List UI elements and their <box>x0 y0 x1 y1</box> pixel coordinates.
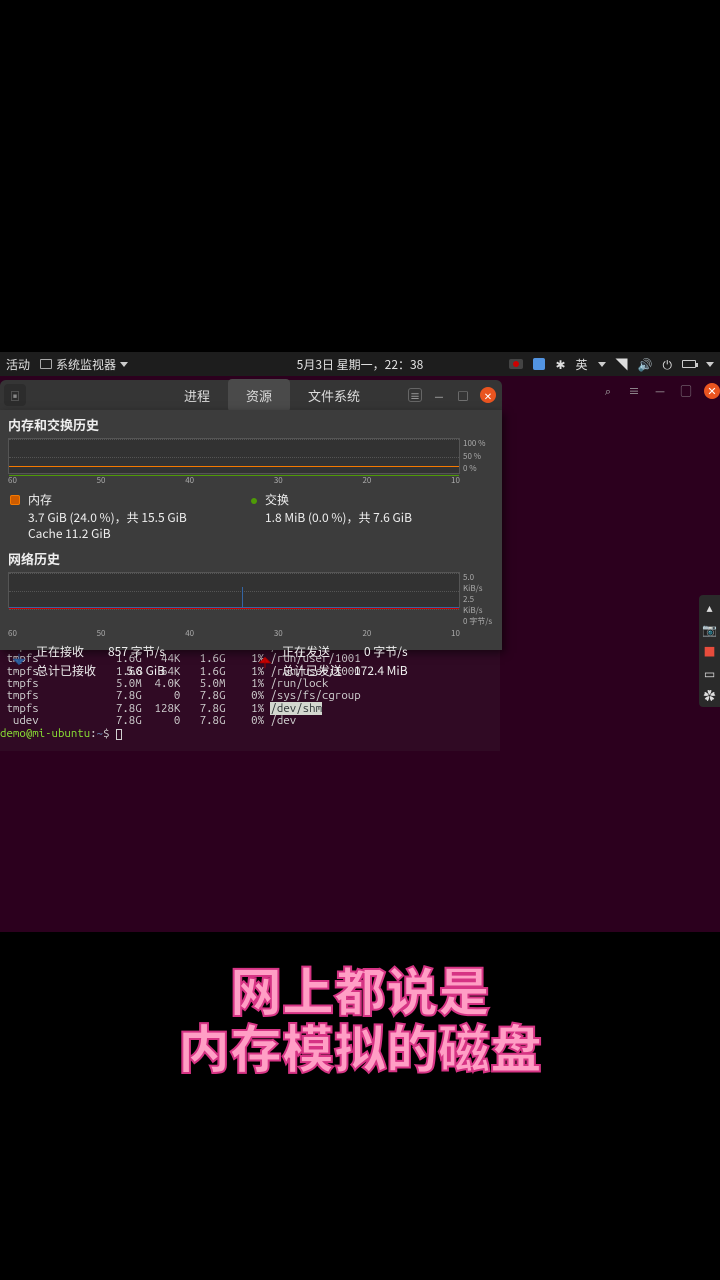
memory-value: 3.7 GiB (24.0 %)，共 15.5 GiB <box>28 510 187 526</box>
screen-record-indicator[interactable] <box>509 359 523 369</box>
recv-total-label: 总计已接收 <box>36 662 96 679</box>
tab-resources[interactable]: 资源 <box>228 379 290 412</box>
maximize-button[interactable]: ▢ <box>678 383 694 399</box>
close-button[interactable]: ✕ <box>480 387 496 403</box>
volume-icon[interactable]: 🔊 <box>638 356 653 373</box>
battery-icon[interactable] <box>682 360 696 368</box>
mem-chart-ylabels: 100 %50 %0 % <box>460 438 494 474</box>
gnome-topbar: 活动 系统监视器 5月3日 星期一，22：38 ✱ 英 ◥ 🔊 ⏻ <box>0 352 720 376</box>
terminal-icon: ▣ <box>4 384 26 406</box>
accessibility-icon[interactable]: ✱ <box>555 356 565 373</box>
send-label: 正在发送 <box>282 643 342 660</box>
sysmon-resources-panel: 内存和交换历史 100 %50 %0 % 605040302010 内存 3.7… <box>0 410 502 650</box>
send-total-label: 总计已发送 <box>282 662 342 679</box>
app-menu[interactable]: 系统监视器 <box>40 356 128 373</box>
swap-color-swatch <box>251 498 257 504</box>
swap-label: 交换 <box>265 492 412 508</box>
maximize-button[interactable]: ▢ <box>456 388 470 402</box>
recv-total: 5.8 GiB <box>108 662 165 679</box>
receiving-info: 正在接收 857 字节/s 总计已接收 5.8 GiB <box>10 643 246 679</box>
chevron-down-icon <box>706 362 714 367</box>
close-button[interactable]: ✕ <box>704 383 720 399</box>
tab-processes[interactable]: 进程 <box>166 379 228 412</box>
caption-line-2: 内存模拟的磁盘 <box>0 1017 720 1074</box>
network-history-chart <box>8 572 460 608</box>
wifi-icon[interactable]: ◥ <box>616 356 628 373</box>
terminal-search-button[interactable]: ⌕ <box>600 383 616 399</box>
minimize-button[interactable]: — <box>432 388 446 402</box>
minimize-button[interactable]: — <box>652 383 668 399</box>
clock[interactable]: 5月3日 星期一，22：38 <box>297 356 424 373</box>
memory-history-chart <box>8 438 460 474</box>
send-total: 172.4 MiB <box>354 662 408 679</box>
memory-info: 内存 3.7 GiB (24.0 %)，共 15.5 GiB Cache 11.… <box>10 492 251 542</box>
app-menu-label: 系统监视器 <box>56 356 116 373</box>
swap-value: 1.8 MiB (0.0 %)，共 7.6 GiB <box>265 510 412 526</box>
terminal-menu-button[interactable]: ≡ <box>626 383 642 399</box>
net-section-title: 网络历史 <box>0 544 502 572</box>
net-chart-ylabels: 5.0 KiB/s2.5 KiB/s0 字节/s <box>460 572 494 627</box>
monitor-icon <box>40 359 52 369</box>
swap-info: 交换 1.8 MiB (0.0 %)，共 7.6 GiB <box>251 492 492 542</box>
send-rate: 0 字节/s <box>354 643 408 660</box>
sending-info: 正在发送 0 字节/s 总计已发送 172.4 MiB <box>256 643 492 679</box>
power-icon[interactable]: ⏻ <box>663 356 673 373</box>
chevron-down-icon <box>598 362 606 367</box>
screencast-toolbar: ▴ 📷 ■ ▭ ✿ <box>699 595 720 707</box>
expand-arrow-icon[interactable]: ▴ <box>702 599 718 615</box>
download-arrow-icon <box>10 652 28 670</box>
settings-button[interactable]: ✿ <box>702 687 718 703</box>
mem-section-title: 内存和交换历史 <box>0 410 502 438</box>
screenshot-button[interactable]: 📷 <box>702 621 718 637</box>
recv-rate: 857 字节/s <box>108 643 165 660</box>
upload-arrow-icon <box>256 652 274 670</box>
tab-filesystems[interactable]: 文件系统 <box>290 379 378 412</box>
memory-cache: Cache 11.2 GiB <box>28 526 187 542</box>
sysmon-titlebar[interactable]: ▣ 进程 资源 文件系统 ≡ — ▢ ✕ <box>0 380 502 410</box>
recv-label: 正在接收 <box>36 643 96 660</box>
memory-color-swatch <box>10 495 20 505</box>
webcam-button[interactable]: ▭ <box>702 665 718 681</box>
chevron-down-icon <box>120 362 128 367</box>
ime-indicator[interactable]: 英 <box>576 356 588 373</box>
memory-label: 内存 <box>28 492 187 508</box>
sysmon-tabs: 进程 资源 文件系统 <box>166 379 378 412</box>
record-button[interactable]: ■ <box>702 643 718 659</box>
net-chart-xlabels: 605040302010 <box>0 627 502 639</box>
terminal-window-controls: ⌕ ≡ — ▢ ✕ <box>600 383 720 399</box>
hamburger-menu-button[interactable]: ≡ <box>408 388 422 402</box>
activities-button[interactable]: 活动 <box>6 356 30 373</box>
video-caption: 网上都说是 内存模拟的磁盘 <box>0 960 720 1074</box>
app-indicator-icon[interactable] <box>533 358 545 370</box>
